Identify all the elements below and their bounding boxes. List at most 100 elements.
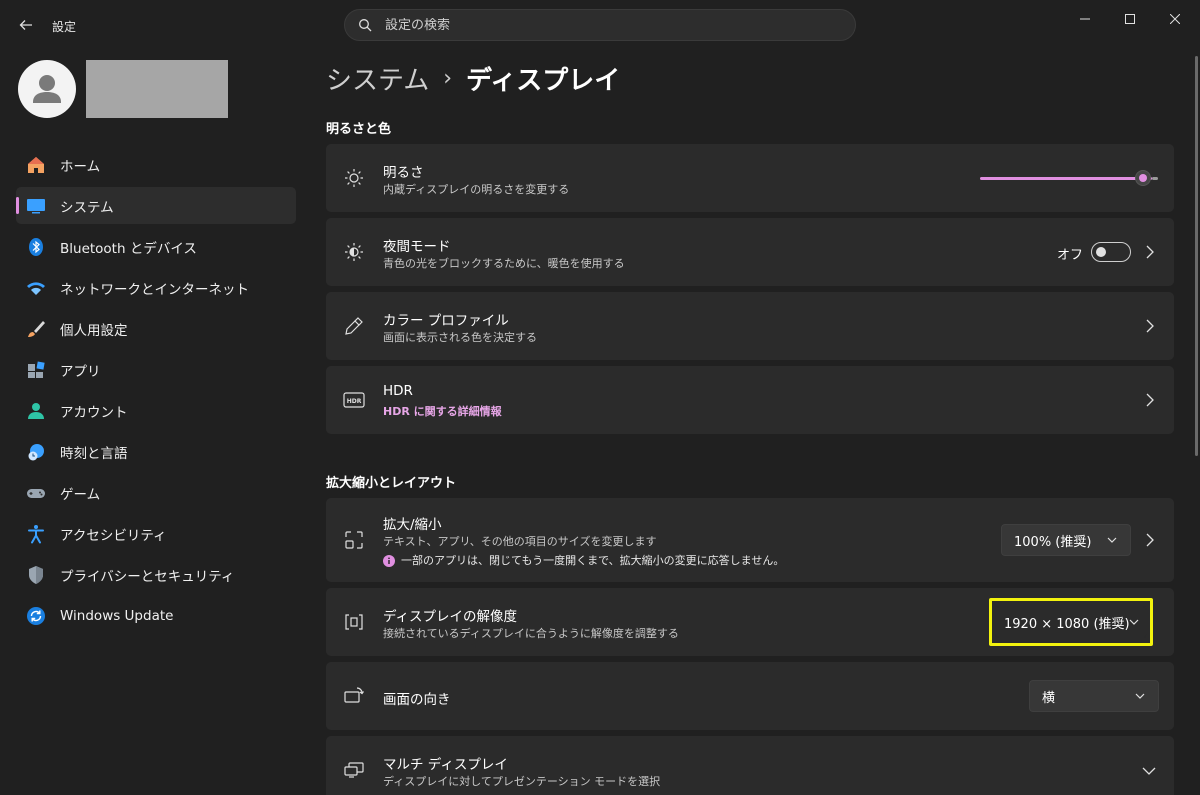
brush-icon <box>26 319 46 339</box>
sidebar-item-label: Bluetooth とデバイス <box>60 240 197 257</box>
multi-display-card[interactable]: マルチ ディスプレイ ディスプレイに対してプレゼンテーション モードを選択 <box>326 736 1174 795</box>
sidebar-item-bluetooth[interactable]: Bluetooth とデバイス <box>16 228 296 265</box>
hdr-card[interactable]: HDR HDR HDR に関する詳細情報 <box>326 366 1174 434</box>
chevron-right-icon[interactable] <box>1144 244 1156 260</box>
sidebar-item-label: システム <box>60 199 114 216</box>
wifi-icon <box>26 278 46 298</box>
sidebar-item-network[interactable]: ネットワークとインターネット <box>16 269 296 306</box>
multi-display-title: マルチ ディスプレイ <box>383 757 508 773</box>
sidebar-item-system[interactable]: システム <box>16 187 296 224</box>
slider-track-fill <box>980 177 1152 180</box>
section-title-brightness-color: 明るさと色 <box>326 122 392 137</box>
arrow-left-icon <box>19 20 32 30</box>
scale-card[interactable]: 拡大/縮小 テキスト、アプリ、その他の項目のサイズを変更します 一部のアプリは、… <box>326 498 1174 582</box>
orientation-value: 横 <box>1042 690 1056 706</box>
scale-subtitle: テキスト、アプリ、その他の項目のサイズを変更します <box>383 535 657 548</box>
brightness-card: 明るさ 内蔵ディスプレイの明るさを変更する <box>326 144 1174 212</box>
night-light-icon <box>343 241 365 263</box>
brightness-title: 明るさ <box>383 165 424 181</box>
breadcrumb: システム › ディスプレイ <box>326 56 1174 100</box>
rotate-screen-icon <box>343 685 365 707</box>
brightness-slider[interactable] <box>980 170 1158 186</box>
sidebar-item-label: プライバシーとセキュリティ <box>60 568 235 585</box>
color-profile-card[interactable]: カラー プロファイル 画面に表示される色を決定する <box>326 292 1174 360</box>
sidebar-item-label: アプリ <box>60 363 101 380</box>
orientation-card: 画面の向き 横 <box>326 662 1174 730</box>
minimize-icon <box>1080 18 1090 20</box>
toggle-knob <box>1096 247 1106 257</box>
main-content: システム › ディスプレイ 明るさと色 明るさ 内蔵ディスプレイの明るさを変更す… <box>326 56 1174 795</box>
hdr-title: HDR <box>383 383 413 399</box>
night-mode-toggle[interactable] <box>1091 242 1131 262</box>
user-name-redacted <box>86 60 228 118</box>
slider-thumb[interactable] <box>1135 170 1151 186</box>
sidebar-item-label: 個人用設定 <box>60 322 128 339</box>
sidebar-item-time-language[interactable]: 時刻と言語 <box>16 433 296 470</box>
scrollbar[interactable] <box>1195 56 1198 456</box>
sidebar-item-label: ゲーム <box>60 486 101 503</box>
eyedropper-icon <box>343 315 365 337</box>
sidebar-item-personalization[interactable]: 個人用設定 <box>16 310 296 347</box>
resolution-value: 1920 × 1080 (推奨) <box>1004 616 1130 632</box>
resolution-subtitle: 接続されているディスプレイに合うように解像度を調整する <box>383 627 679 640</box>
sidebar-item-accessibility[interactable]: アクセシビリティ <box>16 515 296 552</box>
orientation-dropdown[interactable]: 横 <box>1029 680 1159 712</box>
scale-dropdown[interactable]: 100% (推奨) <box>1001 524 1131 556</box>
sidebar-item-privacy[interactable]: プライバシーとセキュリティ <box>16 556 296 593</box>
color-profile-subtitle: 画面に表示される色を決定する <box>383 331 537 344</box>
scale-value: 100% (推奨) <box>1014 534 1092 550</box>
info-icon <box>383 552 395 567</box>
sidebar-item-label: アクセシビリティ <box>60 527 167 544</box>
multi-display-subtitle: ディスプレイに対してプレゼンテーション モードを選択 <box>383 775 661 788</box>
sidebar-item-label: 時刻と言語 <box>60 445 128 462</box>
back-button[interactable] <box>14 13 38 37</box>
chevron-right-icon[interactable] <box>1144 392 1156 408</box>
chevron-right-icon[interactable] <box>1144 532 1156 548</box>
resolution-dropdown[interactable]: 1920 × 1080 (推奨) <box>995 606 1147 638</box>
update-icon <box>26 606 46 626</box>
maximize-button[interactable] <box>1107 8 1153 30</box>
multi-monitor-icon <box>343 759 365 781</box>
shield-icon <box>26 565 46 585</box>
sidebar-item-home[interactable]: ホーム <box>16 146 296 183</box>
sidebar-item-label: アカウント <box>60 404 128 421</box>
search-icon <box>357 17 373 33</box>
sidebar-item-gaming[interactable]: ゲーム <box>16 474 296 511</box>
chevron-down-icon <box>1134 690 1146 702</box>
chevron-right-icon[interactable] <box>1144 318 1156 334</box>
system-icon <box>26 196 46 216</box>
minimize-button[interactable] <box>1062 8 1108 30</box>
night-mode-card[interactable]: 夜間モード 青色の光をブロックするために、暖色を使用する オフ <box>326 218 1174 286</box>
svg-text:HDR: HDR <box>347 398 362 405</box>
chevron-down-icon <box>1128 616 1140 628</box>
resolution-title: ディスプレイの解像度 <box>383 609 518 625</box>
sidebar-item-label: Windows Update <box>60 607 174 624</box>
bluetooth-icon <box>26 237 46 257</box>
sidebar-item-apps[interactable]: アプリ <box>16 351 296 388</box>
sidebar-item-accounts[interactable]: アカウント <box>16 392 296 429</box>
close-icon <box>1170 14 1180 24</box>
hdr-icon: HDR <box>343 389 365 411</box>
app-title: 設定 <box>52 20 77 34</box>
avatar[interactable] <box>18 60 76 118</box>
resolution-card: ディスプレイの解像度 接続されているディスプレイに合うように解像度を調整する 1… <box>326 588 1174 656</box>
chevron-down-icon <box>1106 534 1118 546</box>
breadcrumb-parent[interactable]: システム <box>326 60 429 97</box>
globe-clock-icon <box>26 442 46 462</box>
search-box[interactable] <box>344 9 856 41</box>
maximize-icon <box>1125 14 1135 24</box>
hdr-info-link[interactable]: HDR に関する詳細情報 <box>383 403 502 419</box>
search-input[interactable] <box>385 17 825 33</box>
breadcrumb-separator: › <box>443 65 453 91</box>
orientation-title: 画面の向き <box>383 692 451 708</box>
night-mode-state: オフ <box>1057 248 1084 263</box>
slider-track-rest <box>1152 177 1158 180</box>
chevron-down-icon[interactable] <box>1142 763 1156 779</box>
night-mode-title: 夜間モード <box>383 239 451 255</box>
resolution-icon <box>343 611 365 633</box>
person-icon <box>33 75 61 103</box>
close-button[interactable] <box>1152 8 1198 30</box>
page-title: ディスプレイ <box>466 65 621 96</box>
sidebar-item-windows-update[interactable]: Windows Update <box>16 597 296 634</box>
gamepad-icon <box>26 483 46 503</box>
